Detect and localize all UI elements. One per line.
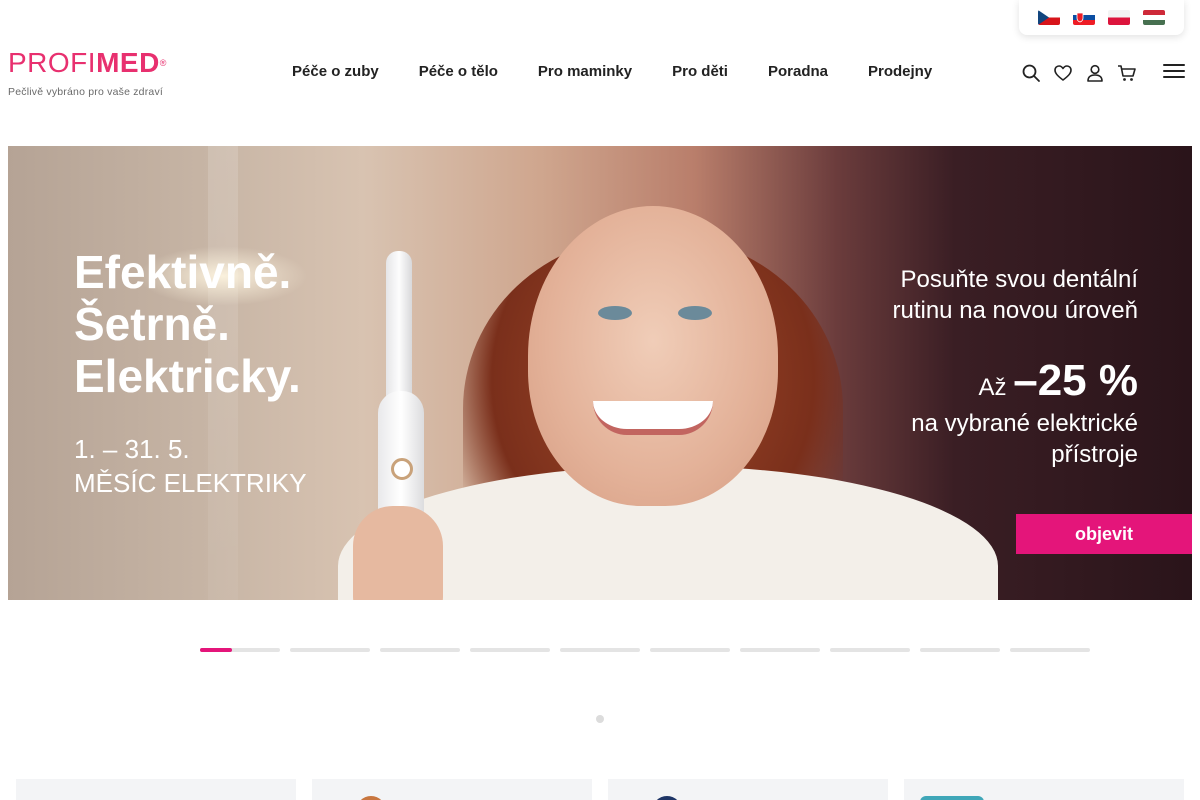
hero-campaign: 1. – 31. 5. MĚSÍC ELEKTRIKY <box>74 432 307 500</box>
sk-flag-icon[interactable] <box>1072 10 1095 25</box>
heart-icon[interactable] <box>1052 62 1074 84</box>
hero-campaign-name: MĚSÍC ELEKTRIKY <box>74 468 307 498</box>
hero-dates: 1. – 31. 5. <box>74 434 190 464</box>
language-switcher <box>1019 0 1184 35</box>
cart-icon[interactable] <box>1116 62 1138 84</box>
hero-title: Efektivně. Šetrně. Elektricky. <box>74 246 301 402</box>
slider-progress <box>200 648 1100 652</box>
logo[interactable]: PROFIMED® Pečlivě vybráno pro vaše zdrav… <box>8 47 167 99</box>
search-icon[interactable] <box>1020 62 1042 84</box>
category-card[interactable] <box>16 779 296 800</box>
category-cards <box>16 779 1200 800</box>
category-card-image <box>652 796 682 800</box>
hero-model-hand <box>353 506 443 600</box>
hero-left-text: Efektivně. Šetrně. Elektricky. 1. – 31. … <box>74 246 307 500</box>
slider-bar[interactable] <box>290 648 370 652</box>
toothbrush-button <box>391 458 413 480</box>
main-nav: Péče o zuby Péče o tělo Pro maminky Pro … <box>292 63 972 80</box>
nav-item-pro-maminky[interactable]: Pro maminky <box>538 63 632 80</box>
slider-bar[interactable] <box>470 648 550 652</box>
slider-bar[interactable] <box>560 648 640 652</box>
header-tools <box>1020 62 1148 84</box>
cs-flag-icon[interactable] <box>1037 10 1060 25</box>
hero-subtitle: Posuňte svou dentální rutinu na novou úr… <box>892 266 1138 324</box>
objevit-button[interactable]: objevit <box>1016 514 1192 554</box>
category-card-image <box>920 796 984 800</box>
slider-bar[interactable] <box>1010 648 1090 652</box>
nav-item-pro-deti[interactable]: Pro děti <box>672 63 728 80</box>
slider-bar[interactable] <box>200 648 280 652</box>
hero-discount: Až –25 % <box>978 356 1138 405</box>
slider-bar[interactable] <box>920 648 1000 652</box>
hero-model-eye <box>678 306 712 320</box>
hero-model-smile <box>593 401 713 435</box>
pl-flag-icon[interactable] <box>1108 10 1131 25</box>
hero-banner[interactable]: Efektivně. Šetrně. Elektricky. 1. – 31. … <box>8 146 1192 600</box>
logo-tagline: Pečlivě vybráno pro vaše zdraví <box>8 86 164 98</box>
category-card[interactable] <box>312 779 592 800</box>
slider-bar[interactable] <box>830 648 910 652</box>
menu-icon[interactable] <box>1163 64 1185 82</box>
slider-dot[interactable] <box>596 715 604 723</box>
nav-item-poradna[interactable]: Poradna <box>768 63 828 80</box>
page: PROFIMED® Pečlivě vybráno pro vaše zdrav… <box>0 0 1200 800</box>
hero-model-face <box>528 206 778 506</box>
slider-bar-fill <box>200 648 232 652</box>
logo-wordmark: PROFIMED® <box>8 47 167 78</box>
hu-flag-icon[interactable] <box>1143 10 1166 25</box>
hero-discount-note: na vybrané elektrické přístroje <box>911 410 1138 468</box>
nav-item-pece-o-zuby[interactable]: Péče o zuby <box>292 63 379 80</box>
nav-item-prodejny[interactable]: Prodejny <box>868 63 932 80</box>
category-card[interactable] <box>608 779 888 800</box>
toothbrush-head <box>386 251 412 401</box>
hero-model-eye <box>598 306 632 320</box>
category-card[interactable] <box>904 779 1184 800</box>
nav-item-pece-o-telo[interactable]: Péče o tělo <box>419 63 498 80</box>
slider-bar[interactable] <box>740 648 820 652</box>
slider-bar[interactable] <box>380 648 460 652</box>
hero-right-text: Posuňte svou dentální rutinu na novou úr… <box>892 264 1138 470</box>
user-icon[interactable] <box>1084 62 1106 84</box>
category-card-image <box>356 796 386 800</box>
slider-bar[interactable] <box>650 648 730 652</box>
